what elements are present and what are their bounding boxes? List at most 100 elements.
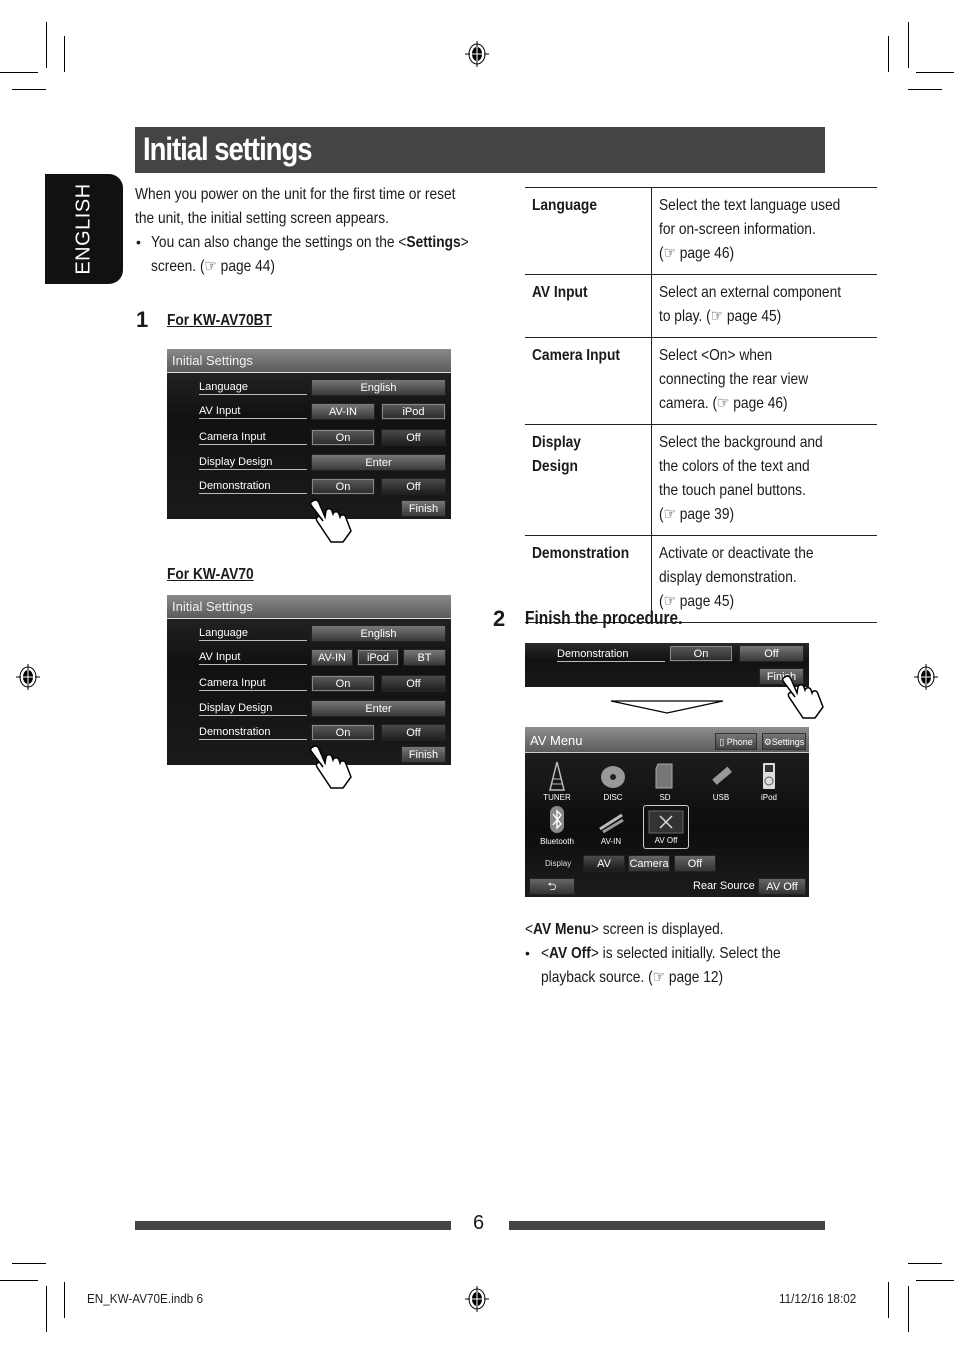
table-row: Display Design Select the background and t… [525, 424, 877, 536]
model-label-av70bt: For KW-AV70BT [167, 312, 272, 329]
back-button[interactable]: ⮌ [529, 878, 575, 895]
table-key: Language [525, 187, 652, 275]
table-desc: Select the background and the colors of t… [651, 424, 877, 536]
demo-off-button[interactable]: Off [739, 645, 804, 662]
display-camera-button[interactable]: Camera [628, 855, 670, 872]
crop-mark [12, 1263, 46, 1264]
pointing-hand-icon [781, 675, 824, 719]
source-label: USB [712, 793, 730, 802]
camera-off-button[interactable]: Off [381, 429, 446, 446]
screen-header: Initial Settings [167, 349, 451, 373]
source-label: AV-IN [600, 837, 622, 846]
av-input-ipod-button[interactable]: iPod [357, 649, 399, 666]
file-slug: EN_KW-AV70E.indb 6 [87, 1291, 203, 1306]
registration-mark-icon [914, 664, 938, 690]
row-label-demonstration: Demonstration [557, 648, 665, 662]
line: (☞ page 46) [658, 245, 734, 262]
language-english-button[interactable]: English [311, 379, 446, 396]
display-design-enter-button[interactable]: Enter [311, 454, 446, 471]
finish-button[interactable]: Finish [401, 746, 446, 763]
crop-mark [0, 1280, 38, 1281]
row-label-demonstration: Demonstration [199, 480, 307, 494]
registration-mark-icon [465, 1286, 489, 1312]
camera-off-button[interactable]: Off [381, 675, 446, 692]
demo-on-button[interactable]: On [669, 645, 733, 662]
disc-icon [601, 766, 625, 788]
source-av-in[interactable]: AV-IN [589, 805, 633, 846]
demo-off-button[interactable]: Off [381, 478, 446, 495]
source-label: Bluetooth [540, 837, 574, 846]
av-input-bt-button[interactable]: BT [403, 649, 446, 666]
camera-on-button[interactable]: On [311, 429, 375, 446]
row-label-av-input: AV Input [199, 651, 307, 665]
source-usb[interactable]: USB [699, 761, 743, 802]
source-av-off[interactable]: AV Off [643, 805, 689, 849]
demonstration-partial-screen: Demonstration On Off Finish [525, 643, 824, 719]
screen-header: AV Menu ▯ Phone ⚙Settings [525, 727, 809, 753]
line: Display [532, 434, 581, 451]
table-key: AV Input [525, 274, 652, 338]
source-sd[interactable]: SD [643, 761, 687, 802]
crop-mark [888, 36, 889, 72]
demo-on-button[interactable]: On [311, 724, 375, 741]
result-line: <AV Menu> screen is displayed. [525, 918, 724, 942]
source-ipod[interactable]: iPod [747, 761, 791, 802]
footer-bar-right [509, 1221, 825, 1230]
key-text: Camera Input [532, 347, 620, 364]
table-desc: Select the text language used for on-scre… [651, 187, 877, 275]
table-desc: Select an external component to play. (☞ … [651, 274, 877, 338]
row-label-language: Language [199, 381, 307, 395]
desc-text: Activate or deactivate the display demons… [659, 542, 814, 614]
crop-mark [888, 1282, 889, 1318]
line: Select an external component [658, 284, 841, 301]
key-text: AV Input [532, 284, 588, 301]
ipod-icon [763, 763, 775, 789]
av-input-avin-button[interactable]: AV-IN [311, 403, 375, 420]
line: (☞ page 39) [658, 506, 734, 523]
settings-table: Language Select the text language used fo… [525, 187, 877, 623]
display-off-button[interactable]: Off [674, 855, 716, 872]
table-desc: Select <On> when connecting the rear view… [651, 337, 877, 425]
phone-label: Phone [726, 737, 753, 747]
av-input-ipod-button[interactable]: iPod [381, 403, 446, 420]
finish-button[interactable]: Finish [401, 500, 446, 517]
table-key: Camera Input [525, 337, 652, 425]
model-label-av70: For KW-AV70 [167, 566, 254, 583]
language-english-button[interactable]: English [311, 625, 446, 642]
phone-button[interactable]: ▯ Phone [715, 733, 757, 750]
key-text: Language [532, 197, 597, 214]
settings-ref: Settings [406, 234, 461, 251]
display-av-button[interactable]: AV [583, 855, 625, 872]
language-tab: ENGLISH [45, 174, 123, 284]
crop-mark [916, 72, 954, 73]
intro-line-2: the unit, the initial setting screen app… [135, 210, 389, 227]
source-label: AV Off [654, 836, 678, 845]
row-label-display-design: Display Design [199, 702, 307, 716]
line: Design [532, 458, 578, 475]
result-bullet-line-1: <AV Off> is selected initially. Select t… [541, 942, 781, 966]
demo-on-button[interactable]: On [311, 478, 375, 495]
rear-source-value-button[interactable]: AV Off [758, 878, 806, 895]
row-label-camera-input: Camera Input [199, 431, 307, 445]
display-design-enter-button[interactable]: Enter [311, 700, 446, 717]
demo-off-button[interactable]: Off [381, 724, 446, 741]
line: display demonstration. [658, 569, 797, 586]
settings-button[interactable]: ⚙Settings [762, 733, 806, 750]
bullet: • [136, 234, 141, 250]
crop-mark [46, 1286, 47, 1332]
line: Select <On> when [658, 347, 773, 364]
av-menu-screen: AV Menu ▯ Phone ⚙Settings TUNER DISC SD … [525, 727, 809, 897]
av-input-avin-button[interactable]: AV-IN [311, 649, 353, 666]
down-arrow-icon [610, 700, 724, 714]
screen-title: AV Menu [530, 733, 583, 748]
source-tuner[interactable]: TUNER [535, 761, 579, 802]
crop-mark [908, 1286, 909, 1332]
source-disc[interactable]: DISC [591, 761, 635, 802]
crop-mark [908, 1263, 942, 1264]
source-bluetooth[interactable]: Bluetooth [535, 805, 579, 846]
tuner-icon [549, 761, 565, 791]
camera-on-button[interactable]: On [311, 675, 375, 692]
desc-text: Select <On> when connecting the rear view… [659, 344, 808, 416]
crop-mark [64, 36, 65, 72]
table-row: AV Input Select an external component to … [525, 274, 877, 338]
